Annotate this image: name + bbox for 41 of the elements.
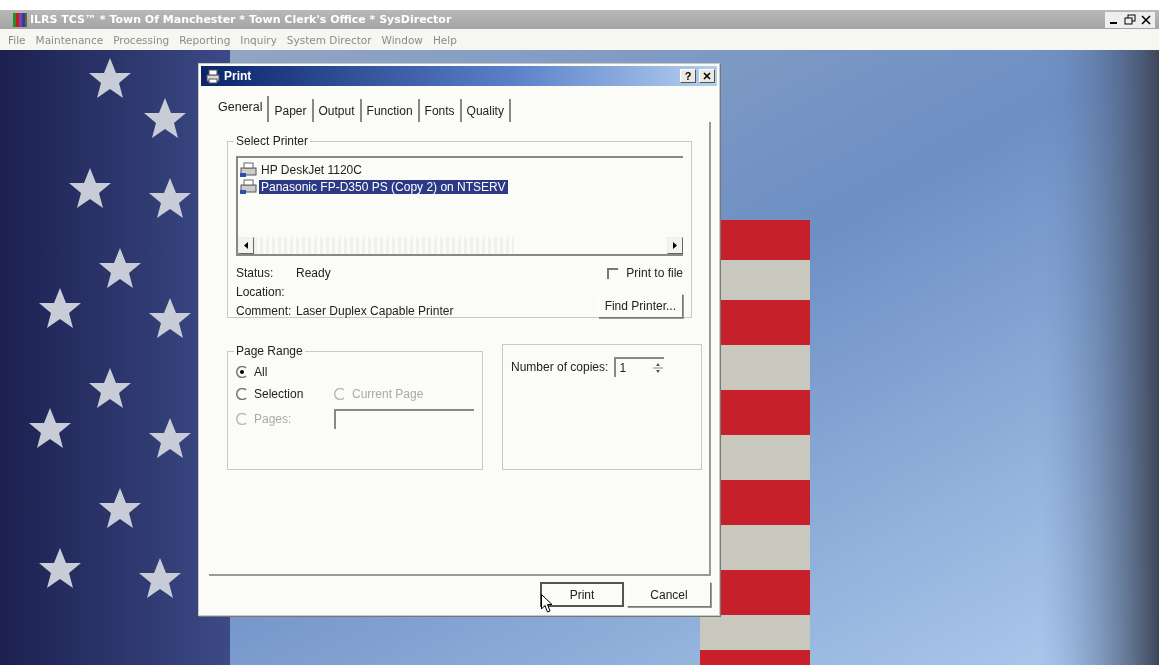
cancel-button[interactable]: Cancel bbox=[627, 582, 711, 607]
mouse-cursor-icon bbox=[541, 594, 553, 613]
close-icon bbox=[703, 72, 711, 80]
horizontal-scrollbar[interactable] bbox=[238, 237, 683, 256]
print-to-file-checkbox[interactable]: Print to file bbox=[607, 266, 683, 280]
find-printer-button[interactable]: Find Printer... bbox=[597, 294, 683, 318]
field-label: Comment: bbox=[236, 304, 293, 318]
right-arrow-icon[interactable] bbox=[673, 242, 677, 249]
status-value: Ready bbox=[296, 266, 332, 280]
left-arrow-icon[interactable] bbox=[244, 242, 248, 249]
radio-button[interactable]: All bbox=[236, 365, 474, 379]
tab[interactable]: Paper bbox=[269, 99, 314, 122]
printer-icon bbox=[240, 161, 258, 178]
dialog-title: Print bbox=[224, 69, 253, 83]
printer-list-item[interactable]: Panasonic FP-D350 PS (Copy 2) on NTSERV bbox=[259, 179, 508, 194]
tab[interactable]: Output bbox=[313, 99, 362, 122]
print-button[interactable]: Print bbox=[540, 582, 624, 607]
restore-icon[interactable] bbox=[1123, 13, 1137, 26]
printer-list-item[interactable]: HP DeskJet 1120C bbox=[259, 162, 364, 177]
printer-icon bbox=[205, 68, 221, 84]
tab[interactable]: Fonts bbox=[419, 99, 462, 122]
field-label: Status: bbox=[236, 266, 275, 280]
field-label: Number of copies: bbox=[511, 360, 609, 374]
tab[interactable]: Quality bbox=[461, 99, 511, 122]
tab[interactable]: General bbox=[215, 96, 270, 122]
radio-button[interactable]: Selection bbox=[236, 387, 334, 401]
app-books-icon bbox=[12, 11, 28, 28]
spin-arrows-icon[interactable] bbox=[652, 361, 665, 375]
window-title: ILRS TCS™ * Town Of Manchester * Town Clerk's Office * SysDirector bbox=[30, 13, 452, 26]
field-label: Location: bbox=[236, 285, 286, 299]
pages-input-field[interactable] bbox=[334, 409, 474, 429]
copies-spin-field[interactable]: 1 bbox=[614, 357, 665, 377]
help-button[interactable]: ? bbox=[680, 69, 696, 83]
spin-value: 1 bbox=[619, 361, 627, 375]
tab[interactable]: Function bbox=[361, 99, 420, 122]
close-icon[interactable] bbox=[1139, 13, 1153, 26]
printer-icon bbox=[240, 178, 258, 195]
group-label: Select Printer bbox=[235, 134, 310, 148]
group-label: Page Range bbox=[235, 344, 304, 358]
close-button[interactable] bbox=[699, 69, 715, 83]
comment-value: Laser Duplex Capable Printer bbox=[296, 304, 455, 318]
